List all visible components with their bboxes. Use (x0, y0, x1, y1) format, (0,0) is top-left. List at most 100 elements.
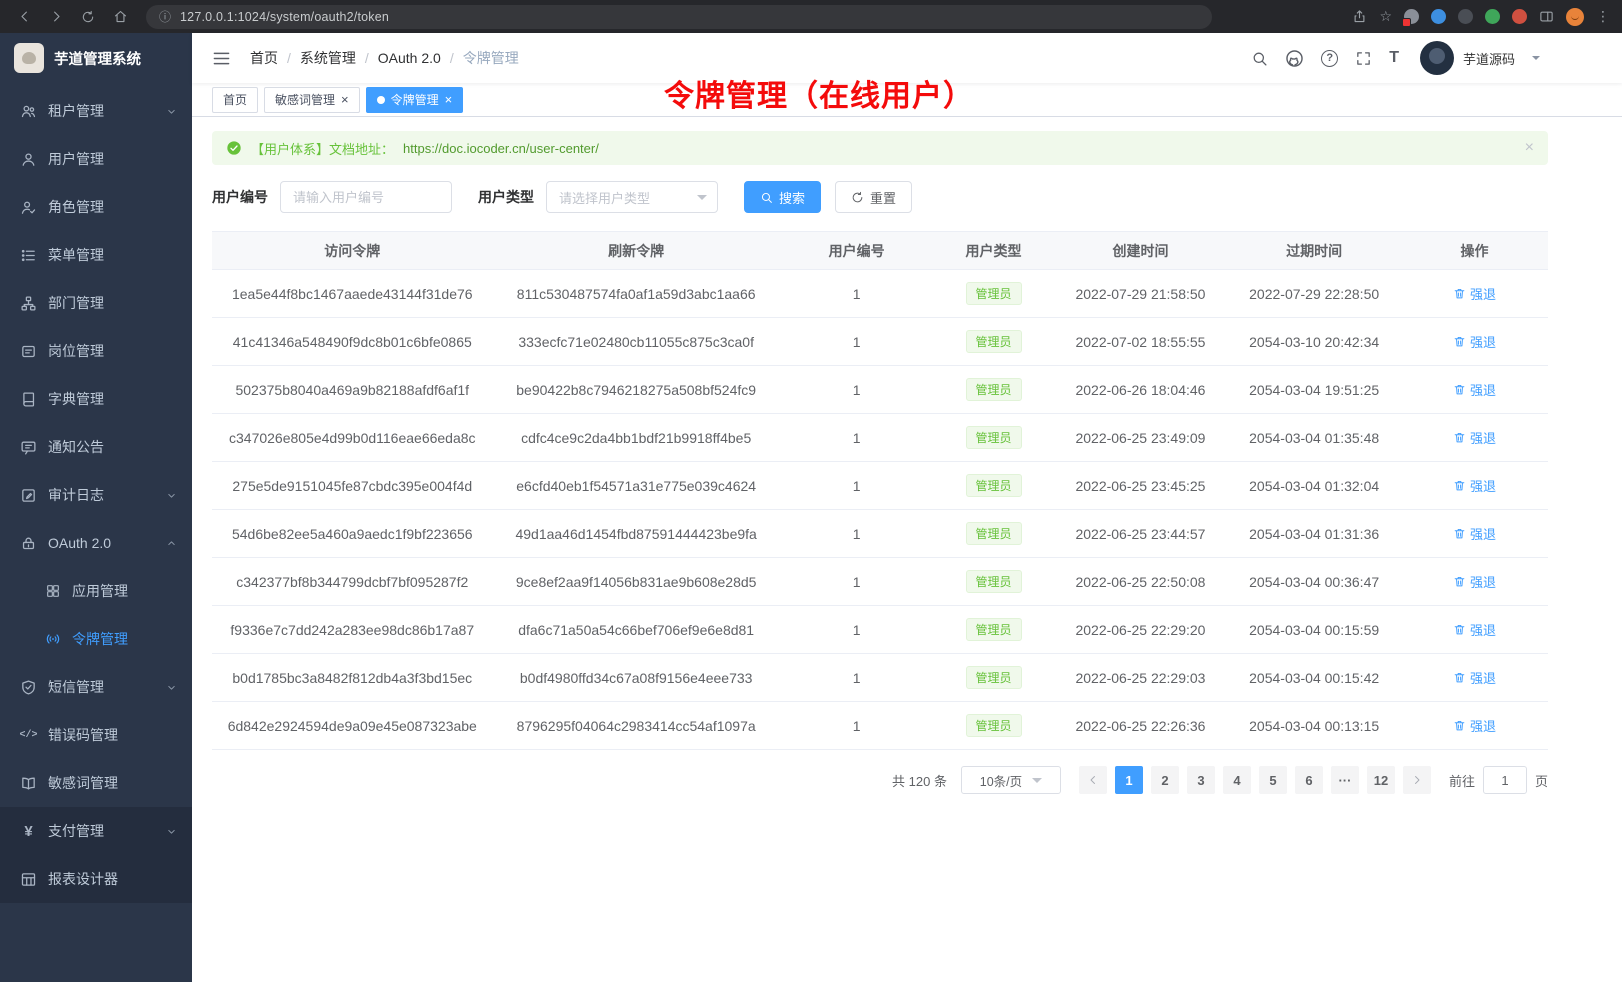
user-type-tag: 管理员 (966, 666, 1022, 689)
table-row: 54d6be82ee5a460a9aedc1f9bf223656 49d1aa4… (212, 510, 1548, 558)
shield-icon (20, 679, 37, 696)
tab-sensitive-word[interactable]: 敏感词管理 × (264, 87, 360, 113)
search-button[interactable]: 搜索 (744, 181, 821, 213)
user-avatar[interactable] (1420, 41, 1454, 75)
force-logout-button[interactable]: 强退 (1453, 620, 1496, 639)
force-logout-button[interactable]: 强退 (1453, 572, 1496, 591)
force-logout-button[interactable]: 强退 (1453, 284, 1496, 303)
reset-button[interactable]: 重置 (835, 181, 912, 213)
sidebar-item-app-manage[interactable]: 应用管理 (0, 567, 192, 615)
hamburger-icon[interactable] (204, 41, 238, 75)
breadcrumb-oauth[interactable]: OAuth 2.0 (378, 50, 441, 66)
close-icon[interactable]: × (341, 93, 349, 106)
app-logo[interactable]: 芋道管理系统 (0, 33, 192, 83)
page-button-4[interactable]: 4 (1223, 766, 1251, 794)
breadcrumb-system[interactable]: 系统管理 (300, 48, 356, 68)
sidebar-item-error-code[interactable]: </> 错误码管理 (0, 711, 192, 759)
browser-profile-avatar[interactable] (1566, 8, 1584, 26)
sidebar-item-dict[interactable]: 字典管理 (0, 375, 192, 423)
sidebar-item-post[interactable]: 岗位管理 (0, 327, 192, 375)
bookmark-star-icon[interactable]: ☆ (1379, 8, 1392, 25)
split-view-icon[interactable] (1539, 9, 1554, 24)
sidebar-item-token-manage[interactable]: 令牌管理 (0, 615, 192, 663)
sidebar-item-menu[interactable]: 菜单管理 (0, 231, 192, 279)
reload-icon[interactable] (74, 4, 102, 30)
table-row: b0d1785bc3a8482f812db4a3f3bd15ec b0df498… (212, 654, 1548, 702)
sidebar-item-pay[interactable]: ¥ 支付管理 (0, 807, 192, 855)
breadcrumb-home[interactable]: 首页 (250, 48, 278, 68)
sidebar-item-dept[interactable]: 部门管理 (0, 279, 192, 327)
tab-token-manage[interactable]: 令牌管理 × (366, 87, 464, 113)
table-row: 502375b8040a469a9b82188afdf6af1f be90422… (212, 366, 1548, 414)
page-button-12[interactable]: 12 (1367, 766, 1395, 794)
edit-icon (20, 487, 37, 504)
back-icon[interactable] (10, 4, 38, 30)
share-icon[interactable] (1352, 9, 1367, 24)
force-logout-button[interactable]: 强退 (1453, 476, 1496, 495)
close-icon[interactable]: × (445, 93, 453, 106)
tab-home[interactable]: 首页 (212, 87, 258, 113)
force-logout-button[interactable]: 强退 (1453, 380, 1496, 399)
table-row: 275e5de9151045fe87cbdc395e004f4d e6cfd40… (212, 462, 1548, 510)
force-logout-button[interactable]: 强退 (1453, 524, 1496, 543)
extension-icon[interactable] (1431, 9, 1446, 24)
page-button-5[interactable]: 5 (1259, 766, 1287, 794)
sidebar-item-audit-log[interactable]: 审计日志 (0, 471, 192, 519)
user-type-select[interactable]: 请选择用户类型 (546, 181, 718, 213)
font-size-icon[interactable]: T (1389, 49, 1399, 67)
page-ellipsis-button[interactable]: ··· (1331, 766, 1359, 794)
extension-icon[interactable] (1458, 9, 1473, 24)
doc-alert-banner: 【用户体系】文档地址： https://doc.iocoder.cn/user-… (212, 131, 1548, 165)
page-button-1[interactable]: 1 (1115, 766, 1143, 794)
sidebar-item-user[interactable]: 用户管理 (0, 135, 192, 183)
page-content: 【用户体系】文档地址： https://doc.iocoder.cn/user-… (192, 117, 1622, 982)
help-icon[interactable]: ? (1321, 50, 1338, 67)
page-size-select[interactable]: 10条/页 (961, 766, 1061, 794)
users-icon (20, 103, 37, 120)
alert-close-icon[interactable]: × (1525, 140, 1534, 156)
force-logout-button[interactable]: 强退 (1453, 332, 1496, 351)
signal-icon (44, 631, 61, 648)
force-logout-button[interactable]: 强退 (1453, 716, 1496, 735)
forward-icon[interactable] (42, 4, 70, 30)
lock-icon (20, 535, 37, 552)
browser-menu-icon[interactable]: ⋮ (1596, 8, 1610, 25)
sidebar-item-oauth[interactable]: OAuth 2.0 (0, 519, 192, 567)
page-button-6[interactable]: 6 (1295, 766, 1323, 794)
sidebar-item-sensitive-word[interactable]: 敏感词管理 (0, 759, 192, 807)
user-id-input[interactable] (280, 181, 452, 213)
extension-icon[interactable] (1485, 9, 1500, 24)
force-logout-button[interactable]: 强退 (1453, 668, 1496, 687)
chevron-down-icon (1032, 778, 1042, 788)
chevron-down-icon[interactable] (1532, 56, 1540, 64)
sidebar-item-tenant[interactable]: 租户管理 (0, 87, 192, 135)
user-type-tag: 管理员 (966, 282, 1022, 305)
sidebar-item-sms[interactable]: 短信管理 (0, 663, 192, 711)
goto-page-input[interactable] (1483, 766, 1527, 794)
github-icon[interactable] (1285, 49, 1304, 68)
prev-page-button[interactable] (1079, 766, 1107, 794)
sidebar-item-report-designer[interactable]: 报表设计器 (0, 855, 192, 903)
chevron-down-icon (165, 681, 178, 694)
page-button-2[interactable]: 2 (1151, 766, 1179, 794)
filter-bar: 用户编号 用户类型 请选择用户类型 搜索 重置 (212, 181, 1548, 213)
extension-badge (1402, 18, 1411, 27)
search-icon[interactable] (1251, 50, 1268, 67)
next-page-button[interactable] (1403, 766, 1431, 794)
extension-icon[interactable] (1512, 9, 1527, 24)
message-icon (20, 439, 37, 456)
home-icon[interactable] (106, 4, 134, 30)
chevron-down-icon (165, 105, 178, 118)
page-button-3[interactable]: 3 (1187, 766, 1215, 794)
doc-link[interactable]: https://doc.iocoder.cn/user-center/ (403, 141, 599, 156)
col-refresh-token: 刷新令牌 (493, 232, 780, 270)
force-logout-button[interactable]: 强退 (1453, 428, 1496, 447)
open-book-icon (20, 775, 37, 792)
url-bar[interactable]: ⓘ 127.0.0.1:1024/system/oauth2/token (146, 5, 1212, 29)
sidebar-item-notice[interactable]: 通知公告 (0, 423, 192, 471)
fullscreen-icon[interactable] (1355, 50, 1372, 67)
sidebar-item-role[interactable]: 角色管理 (0, 183, 192, 231)
extension-icon[interactable] (1404, 9, 1419, 24)
site-info-icon[interactable]: ⓘ (159, 8, 171, 25)
pagination: 共 120 条 10条/页 1 2 3 4 5 6 ··· 12 前往 页 (212, 766, 1548, 794)
